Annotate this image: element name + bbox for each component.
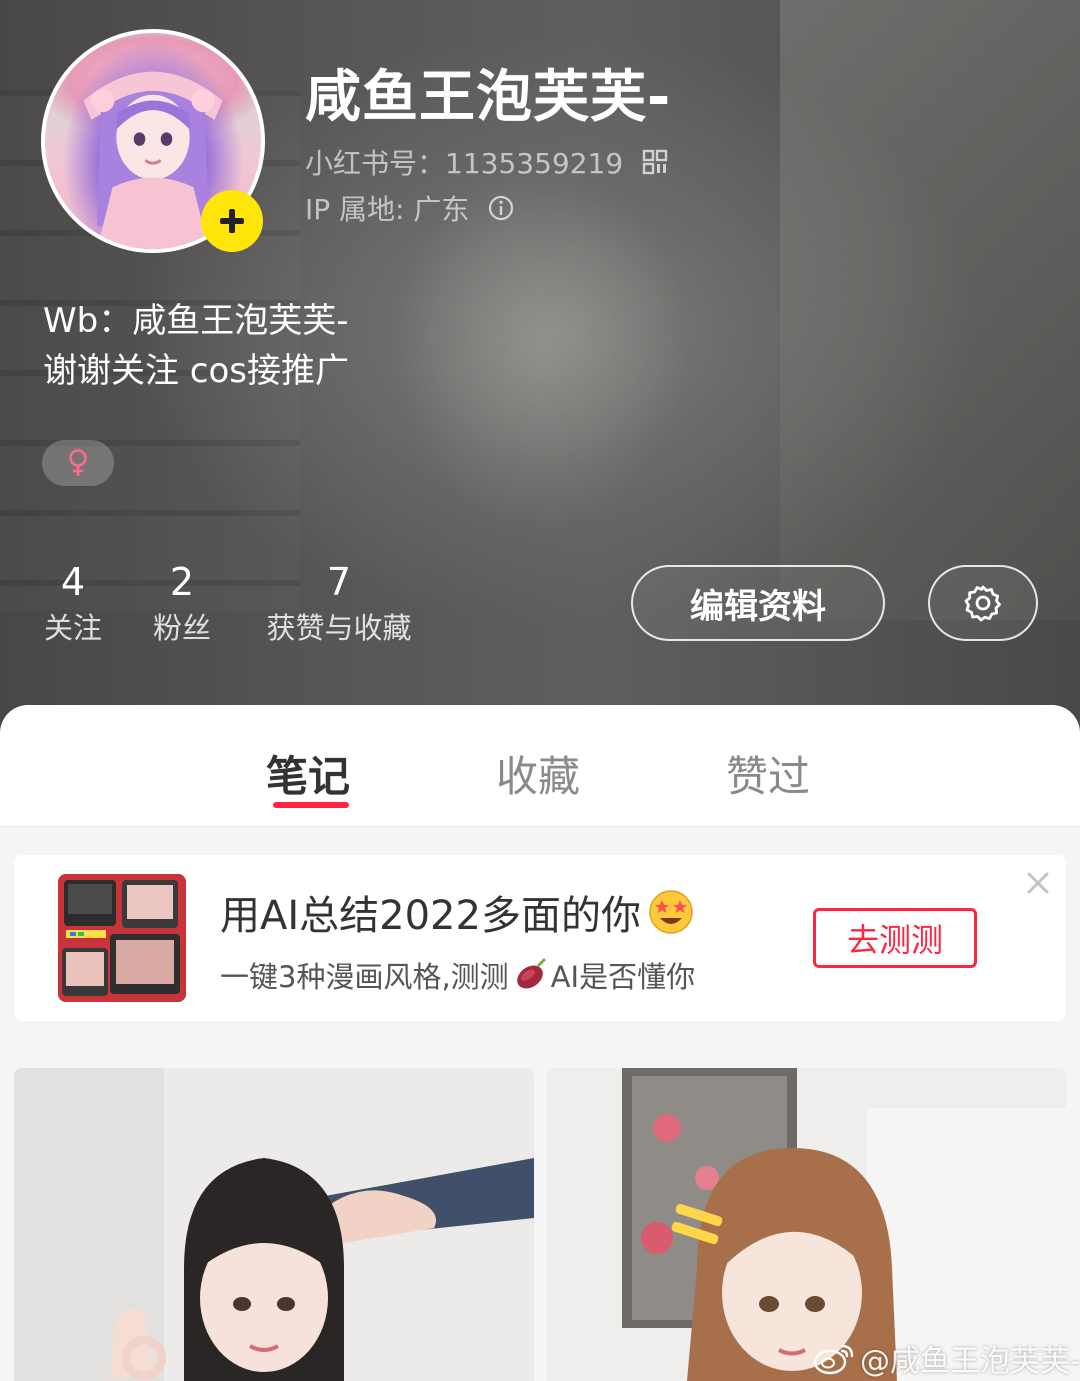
stat-followers[interactable]: 2 粉丝 (150, 560, 214, 648)
banner-title-row: 用AI总结2022多面的你 (220, 883, 695, 941)
stat-value: 7 (326, 560, 352, 604)
edit-profile-button[interactable]: 编辑资料 (631, 565, 885, 641)
stat-likes-and-collects[interactable]: 7 获赞与收藏 (260, 560, 418, 648)
stat-value: 2 (169, 560, 195, 604)
watermark-text: @咸鱼王泡芙芙- (860, 1344, 1080, 1379)
female-icon (69, 449, 87, 476)
banner-title: 用AI总结2022多面的你 (220, 893, 641, 939)
banner-subtitle-part1: 一键3种漫画风格,测测 (220, 960, 509, 994)
ai-summary-banner[interactable]: 用AI总结2022多面的你 一键3种漫画风格,测测 AI是否懂你 去测测 (14, 855, 1066, 1021)
redbook-id-row[interactable]: 小红书号：1135359219 (305, 142, 669, 182)
redbook-id-text: 小红书号：1135359219 (305, 147, 624, 180)
profile-nickname: 咸鱼王泡芙芙- (305, 65, 672, 130)
info-icon[interactable] (487, 194, 515, 222)
content-tabs: 笔记 收藏 赞过 (0, 705, 1080, 827)
stat-label: 获赞与收藏 (266, 611, 412, 645)
stat-label: 粉丝 (152, 611, 211, 645)
add-avatar-button[interactable] (201, 190, 263, 252)
note-card[interactable] (547, 1068, 1066, 1381)
bio-line: Wb：咸鱼王泡芙芙- (43, 301, 349, 341)
banner-subtitle-part2: AI是否懂你 (550, 960, 696, 994)
active-tab-indicator (273, 802, 349, 808)
stat-value: 4 (60, 560, 86, 604)
try-test-button[interactable]: 去测测 (813, 908, 977, 968)
banner-thumbnail (58, 874, 186, 1002)
banner-subtitle-row: 一键3种漫画风格,测测 AI是否懂你 (220, 954, 695, 996)
banner-thumbnail-art (58, 874, 186, 1002)
stat-label: 关注 (43, 611, 102, 645)
avatar-container (41, 29, 265, 253)
bio-line: 谢谢关注 cos接推广 (43, 351, 350, 391)
weibo-watermark: @咸鱼王泡芙芙- (812, 1336, 1080, 1380)
note-cover-image (547, 1068, 1066, 1381)
tab-collections[interactable]: 收藏 (496, 743, 580, 804)
sweet-potato-emoji-icon (516, 958, 546, 989)
gender-badge (42, 440, 114, 486)
tab-notes[interactable]: 笔记 (266, 743, 350, 804)
qr-code-icon[interactable] (641, 148, 669, 176)
profile-bio: Wb：咸鱼王泡芙芙- 谢谢关注 cos接推广 (43, 296, 349, 396)
gear-icon (964, 585, 1001, 622)
plus-icon (220, 209, 244, 233)
weibo-logo-icon (813, 1344, 854, 1375)
settings-button[interactable] (928, 565, 1038, 641)
ip-location-text: IP 属地: 广东 (305, 193, 470, 226)
profile-header: 咸鱼王泡芙芙- 小红书号：1135359219 IP 属地: 广东 Wb：咸鱼王… (0, 0, 1080, 740)
note-cover-image (14, 1068, 534, 1381)
note-card[interactable] (14, 1068, 534, 1381)
close-icon[interactable] (1024, 869, 1052, 897)
stat-following[interactable]: 4 关注 (42, 560, 104, 648)
tab-liked[interactable]: 赞过 (726, 743, 810, 804)
ip-location-row[interactable]: IP 属地: 广东 (305, 188, 515, 228)
star-struck-emoji-icon (649, 890, 693, 934)
